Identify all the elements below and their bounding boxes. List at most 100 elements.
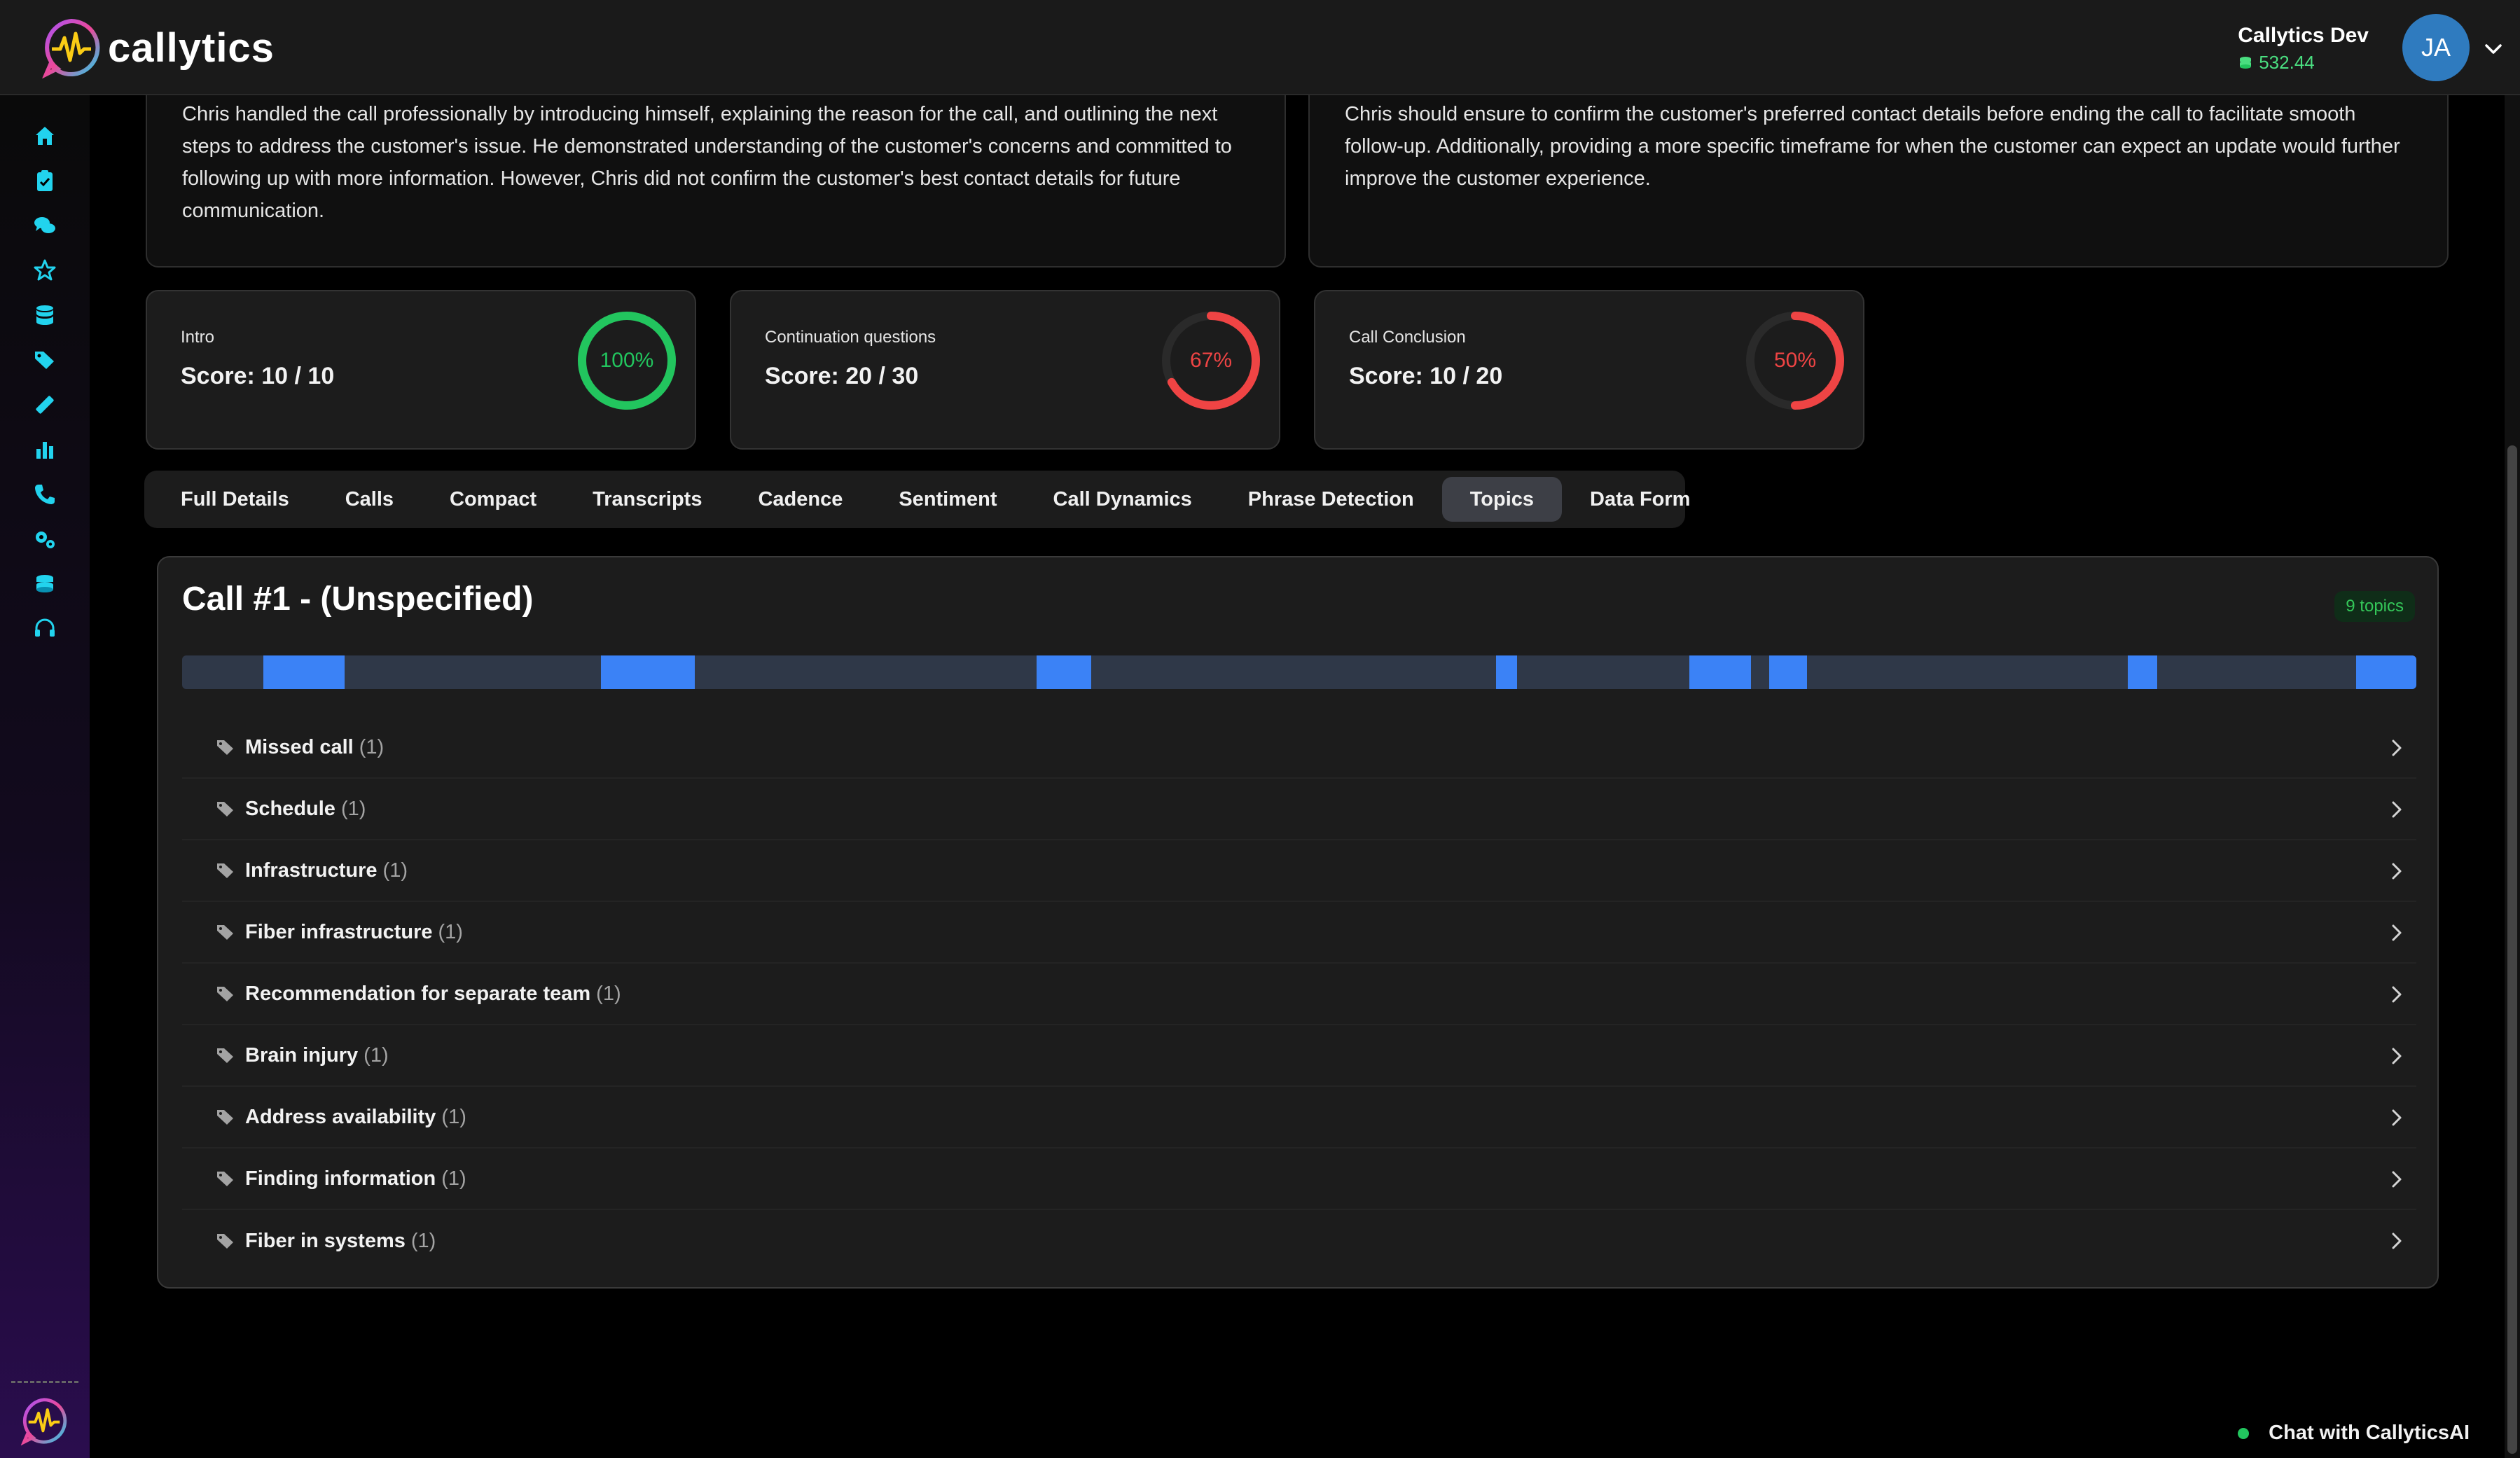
tab-data-form[interactable]: Data Form — [1562, 477, 1718, 522]
topic-timeline[interactable] — [182, 655, 2416, 689]
tab-full-details[interactable]: Full Details — [153, 477, 317, 522]
list-item[interactable]: Recommendation for separate team (1) — [182, 964, 2416, 1025]
list-item[interactable]: Address availability (1) — [182, 1087, 2416, 1148]
user-name: Callytics Dev — [2238, 24, 2369, 47]
user-balance: 532.44 — [2238, 52, 2369, 74]
score-percent: 67% — [1189, 349, 1233, 372]
list-item[interactable]: Fiber infrastructure (1) — [182, 902, 2416, 964]
timeline-segment[interactable] — [601, 655, 695, 689]
topic-name: Finding information — [245, 1167, 436, 1190]
chevron-right-icon[interactable] — [2386, 1168, 2408, 1190]
tab-call-dynamics[interactable]: Call Dynamics — [1025, 477, 1220, 522]
scrollbar-thumb[interactable] — [2507, 445, 2517, 1454]
topic-count: (1) — [596, 982, 621, 1005]
coins-icon — [2240, 56, 2252, 69]
timeline-segment[interactable] — [1689, 655, 1751, 689]
chevron-right-icon[interactable] — [2386, 1045, 2408, 1067]
online-status-dot — [2238, 1427, 2250, 1439]
chevron-right-icon[interactable] — [2386, 798, 2408, 821]
score-card-continuation: Continuation questions Score: 20 / 30 67… — [730, 290, 1280, 450]
tab-transcripts[interactable]: Transcripts — [565, 477, 730, 522]
list-item[interactable]: Finding information (1) — [182, 1148, 2416, 1210]
home-icon[interactable] — [31, 122, 59, 150]
bar-chart-icon[interactable] — [31, 436, 59, 464]
tag-icon — [217, 802, 233, 817]
tab-bar: Full Details Calls Compact Transcripts C… — [144, 471, 1690, 528]
panel-title: Call #1 - (Unspecified) — [182, 581, 534, 618]
tab-compact[interactable]: Compact — [422, 477, 565, 522]
topic-name: Schedule — [245, 797, 335, 820]
timeline-segment[interactable] — [2128, 655, 2157, 689]
tab-phrase-detection[interactable]: Phrase Detection — [1220, 477, 1442, 522]
score-label: Intro — [181, 328, 215, 347]
score-value: Score: 10 / 20 — [1349, 363, 1503, 389]
avatar[interactable]: JA — [2402, 14, 2470, 81]
chat-ai-button[interactable]: Chat with CallyticsAI — [2238, 1422, 2470, 1445]
score-percent: 50% — [1773, 349, 1817, 372]
tags-icon[interactable] — [31, 346, 59, 374]
gears-icon[interactable] — [31, 525, 59, 553]
topic-count: (1) — [382, 859, 408, 882]
app-logo[interactable]: callytics — [41, 17, 275, 78]
tag-icon — [217, 1172, 233, 1186]
topics-panel: Call #1 - (Unspecified) 9 topics Missed … — [157, 556, 2439, 1289]
timeline-segment[interactable] — [263, 655, 345, 689]
topic-name: Missed call — [245, 735, 354, 758]
balance-value: 532.44 — [2259, 52, 2315, 73]
chevron-right-icon[interactable] — [2386, 860, 2408, 882]
list-item[interactable]: Missed call (1) — [182, 717, 2416, 779]
summary-card: Chris handled the call professionally by… — [146, 70, 1286, 268]
timeline-segment[interactable] — [2356, 655, 2416, 689]
list-item[interactable]: Fiber in systems (1) — [182, 1210, 2416, 1272]
timeline-segment[interactable] — [1496, 655, 1517, 689]
logo-icon[interactable] — [20, 1396, 69, 1445]
star-icon[interactable] — [31, 256, 59, 284]
sidebar-divider — [11, 1381, 78, 1383]
chat-bubbles-icon[interactable] — [31, 211, 59, 239]
chevron-down-icon[interactable] — [2481, 36, 2506, 62]
tag-icon — [217, 925, 233, 940]
score-card-conclusion: Call Conclusion Score: 10 / 20 50% — [1314, 290, 1864, 450]
chevron-right-icon[interactable] — [2386, 922, 2408, 944]
topic-count: (1) — [438, 920, 463, 943]
coins-icon[interactable] — [31, 570, 59, 598]
database-icon[interactable] — [31, 301, 59, 329]
sidebar — [0, 95, 90, 1458]
chat-label: Chat with CallyticsAI — [2269, 1422, 2470, 1444]
headset-icon[interactable] — [31, 615, 59, 643]
tab-topics[interactable]: Topics — [1441, 477, 1563, 522]
topic-count: (1) — [359, 735, 385, 758]
list-item[interactable]: Schedule (1) — [182, 779, 2416, 840]
topic-name: Fiber in systems — [245, 1229, 406, 1252]
topic-name: Fiber infrastructure — [245, 920, 433, 943]
score-value: Score: 20 / 30 — [765, 363, 919, 389]
timeline-segment[interactable] — [1769, 655, 1807, 689]
timeline-segment[interactable] — [1037, 655, 1091, 689]
recommendation-card: Chris should ensure to confirm the custo… — [1308, 70, 2449, 268]
topic-count: (1) — [410, 1229, 436, 1252]
score-label: Call Conclusion — [1349, 328, 1466, 347]
score-card-intro: Intro Score: 10 / 10 100% — [146, 290, 696, 450]
list-item[interactable]: Brain injury (1) — [182, 1025, 2416, 1087]
topic-count: (1) — [441, 1167, 466, 1190]
tag-icon — [217, 1048, 233, 1063]
score-label: Continuation questions — [765, 328, 936, 347]
user-info[interactable]: Callytics Dev 532.44 — [2238, 24, 2369, 74]
logo-text: callytics — [108, 25, 275, 71]
tab-calls[interactable]: Calls — [317, 477, 422, 522]
chevron-right-icon[interactable] — [2386, 1106, 2408, 1129]
topic-count: (1) — [364, 1043, 389, 1067]
list-item[interactable]: Infrastructure (1) — [182, 840, 2416, 902]
chevron-right-icon[interactable] — [2386, 1230, 2408, 1252]
tag-icon — [217, 863, 233, 878]
chevron-right-icon[interactable] — [2386, 737, 2408, 759]
chevron-right-icon[interactable] — [2386, 983, 2408, 1006]
scrollbar[interactable] — [2505, 95, 2520, 1458]
tag-icon — [217, 740, 233, 755]
ruler-icon[interactable] — [31, 391, 59, 419]
phone-icon[interactable] — [31, 480, 59, 508]
tab-cadence[interactable]: Cadence — [730, 477, 871, 522]
clipboard-check-icon[interactable] — [31, 167, 59, 195]
logo-icon — [42, 18, 100, 78]
tab-sentiment[interactable]: Sentiment — [871, 477, 1025, 522]
